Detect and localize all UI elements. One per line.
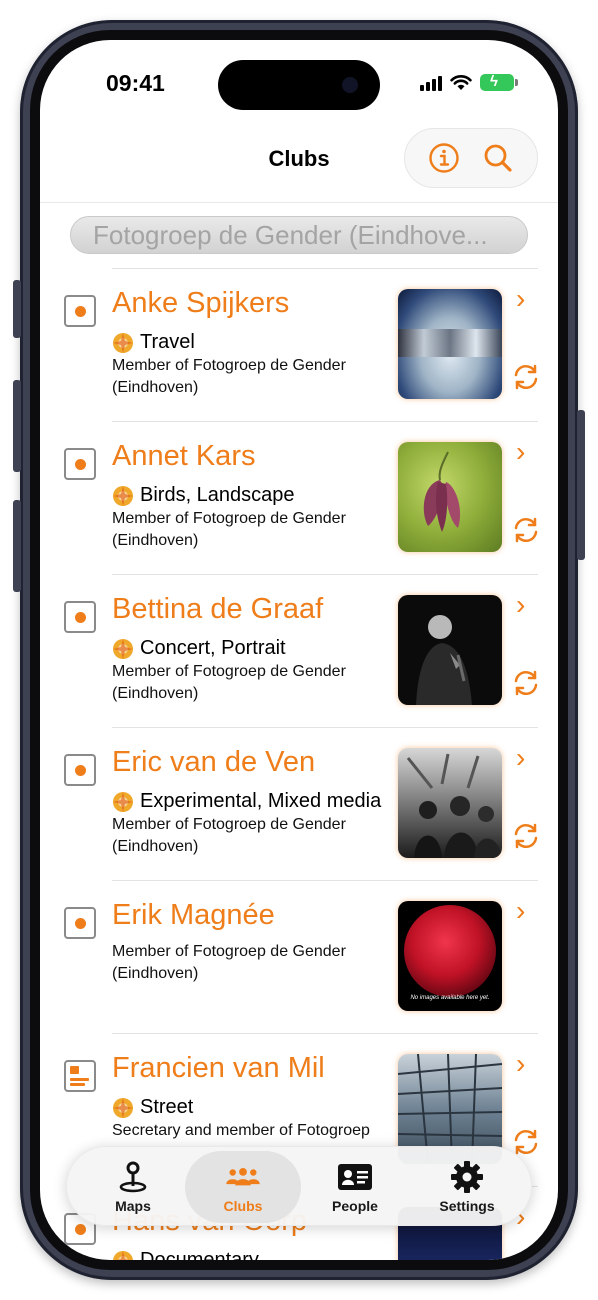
placeholder-caption: No images available here yet.: [410, 995, 490, 1001]
tab-clubs[interactable]: Clubs: [185, 1151, 301, 1223]
expertise-icon: [113, 332, 133, 353]
chevron-right-icon[interactable]: ›: [516, 742, 525, 774]
membership-text: Member of Fotogroep de Gender (Eindhoven…: [112, 816, 346, 855]
refresh-icon[interactable]: [510, 667, 542, 699]
placeholder-photo[interactable]: No images available here yet.: [398, 901, 502, 1011]
cellular-signal-icon: [420, 75, 442, 91]
battery-icon: ϟ: [480, 73, 518, 91]
nav-divider: [40, 202, 558, 203]
flower-photo[interactable]: [398, 442, 502, 552]
expertise-tags: Birds, Landscape: [112, 484, 295, 507]
member-name: Anke Spijkers: [112, 287, 290, 319]
gear-icon: [449, 1160, 485, 1194]
expertise-icon: [113, 1250, 133, 1260]
tags-text: Street: [140, 1096, 194, 1118]
tags-text: Travel: [140, 331, 195, 353]
club-filter-button[interactable]: Fotogroep de Gender (Eindhove...: [70, 216, 528, 254]
status-time: 09:41: [106, 70, 165, 96]
member-name: Francien van Mil: [112, 1052, 325, 1084]
chevron-right-icon[interactable]: ›: [516, 589, 525, 621]
crowd-photo[interactable]: [398, 748, 502, 858]
membership-text: Member of Fotogroep de Gender (Eindhoven…: [112, 510, 346, 549]
volume-up-button: [13, 380, 21, 472]
checkbox-icon[interactable]: [64, 907, 96, 939]
member-name: Annet Kars: [112, 440, 256, 472]
checkbox-icon[interactable]: [64, 754, 96, 786]
checkbox-icon[interactable]: [64, 295, 96, 327]
chevron-right-icon[interactable]: ›: [516, 283, 525, 315]
expertise-tags: Experimental, Mixed media: [112, 790, 381, 813]
tab-bar: Maps Clubs People Settings: [66, 1146, 532, 1226]
power-button: [577, 410, 585, 560]
tab-label: Settings: [439, 1198, 495, 1214]
membership-text: Member of Fotogroep de Gender (Eindhoven…: [112, 357, 346, 396]
list-item[interactable]: Anke Spijkers Travel Member of Fotogroep…: [40, 269, 558, 422]
list-item[interactable]: Eric van de Ven Experimental, Mixed medi…: [40, 728, 558, 881]
expertise-icon: [113, 485, 133, 506]
member-name: Bettina de Graaf: [112, 593, 324, 625]
tab-settings[interactable]: Settings: [409, 1147, 525, 1227]
tab-people[interactable]: People: [297, 1147, 413, 1227]
chevron-right-icon[interactable]: ›: [516, 436, 525, 468]
tags-text: Birds, Landscape: [140, 484, 295, 506]
expertise-icon: [113, 638, 133, 659]
tags-text: Documentary: [140, 1249, 259, 1260]
tab-label: People: [332, 1198, 378, 1214]
info-icon[interactable]: [424, 138, 464, 178]
refresh-icon[interactable]: [510, 514, 542, 546]
expertise-tags: Street: [112, 1096, 193, 1119]
document-icon[interactable]: [64, 1060, 96, 1092]
chevron-right-icon[interactable]: ›: [516, 1048, 525, 1080]
list-item[interactable]: Annet Kars Birds, Landscape Member of Fo…: [40, 422, 558, 575]
wifi-icon: [450, 75, 472, 90]
search-icon[interactable]: [478, 138, 518, 178]
chevron-right-icon[interactable]: ›: [516, 895, 525, 927]
member-name: Erik Magnée: [112, 899, 275, 931]
expertise-tags: Travel: [112, 331, 195, 354]
nav-actions: [404, 128, 538, 188]
tab-label: Maps: [115, 1198, 151, 1214]
membership-text: Member of Fotogroep de Gender (Eindhoven…: [112, 943, 346, 982]
dynamic-island: [218, 60, 380, 110]
member-name: Eric van de Ven: [112, 746, 316, 778]
tags-text: Experimental, Mixed media: [140, 790, 382, 812]
list-item[interactable]: Bettina de Graaf Concert, Portrait Membe…: [40, 575, 558, 728]
refresh-icon[interactable]: [510, 361, 542, 393]
volume-down-button: [13, 500, 21, 592]
expertise-icon: [113, 791, 133, 812]
id-card-icon: [337, 1160, 373, 1194]
screen: 09:41 ϟ Clubs Fotogroep de Gender (Eindh…: [40, 40, 558, 1260]
expertise-tags: Concert, Portrait: [112, 637, 286, 660]
tab-label: Clubs: [223, 1198, 263, 1214]
singer-photo[interactable]: [398, 595, 502, 705]
membership-text: Member of Fotogroep de Gender (Eindhoven…: [112, 663, 346, 702]
checkbox-icon[interactable]: [64, 601, 96, 633]
tags-text: Concert, Portrait: [140, 637, 286, 659]
membership-text: Secretary and member of Fotogroep: [112, 1122, 370, 1139]
list-item[interactable]: Erik Magnée Member of Fotogroep de Gende…: [40, 881, 558, 1034]
map-pin-icon: [115, 1160, 151, 1194]
refresh-icon[interactable]: [510, 820, 542, 852]
status-icons: ϟ: [420, 73, 518, 91]
expertise-icon: [113, 1097, 133, 1118]
abstract-blue-photo[interactable]: [398, 289, 502, 399]
side-button: [13, 280, 21, 338]
checkbox-icon[interactable]: [64, 448, 96, 480]
expertise-tags: Documentary: [112, 1249, 259, 1260]
tab-maps[interactable]: Maps: [75, 1147, 191, 1227]
group-icon: [225, 1160, 261, 1194]
